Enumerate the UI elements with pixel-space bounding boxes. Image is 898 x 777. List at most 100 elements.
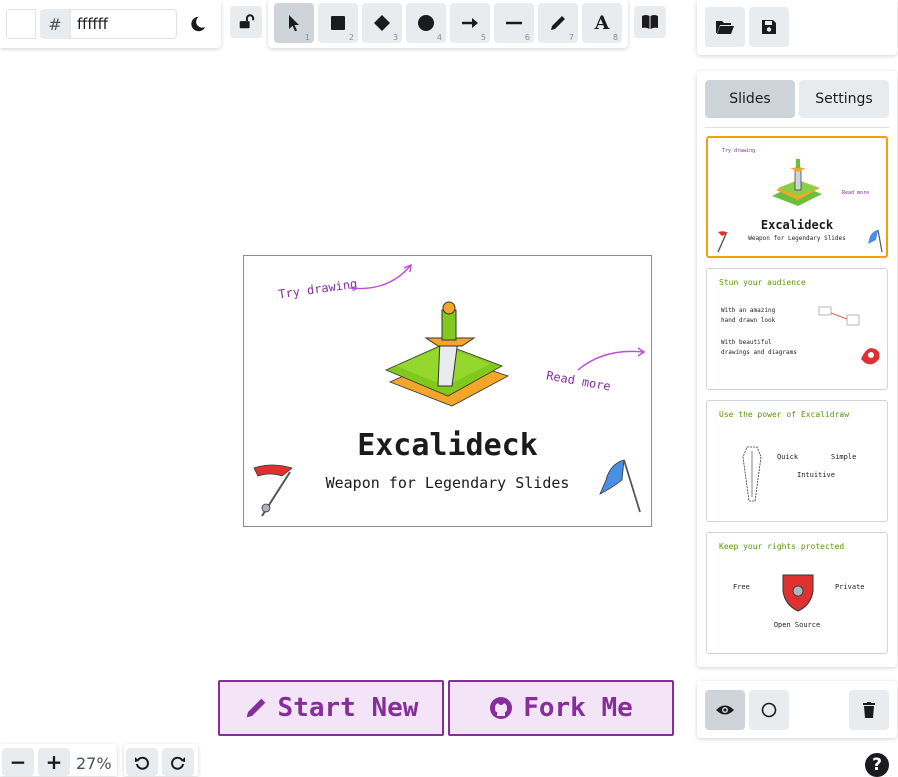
help-button[interactable]: ? — [865, 753, 889, 777]
red-flag-icon — [717, 231, 728, 253]
slide-thumbnail-2[interactable]: Stun your audience With an amazing hand … — [706, 268, 888, 390]
save-button[interactable] — [749, 7, 789, 47]
tab-settings[interactable]: Settings — [799, 80, 889, 118]
diamond-icon — [374, 15, 390, 31]
slide-2-line-3: With beautiful — [721, 339, 772, 346]
text-icon: A — [594, 12, 610, 34]
shield-icon — [782, 574, 814, 612]
try-drawing-label: Try drawing — [277, 276, 359, 302]
slide-option-button[interactable] — [749, 690, 789, 730]
moon-icon — [191, 16, 206, 32]
sword-illustration — [772, 159, 822, 206]
slide-thumbnail-4[interactable]: Keep your rights protected Free Private … — [706, 532, 888, 654]
theme-toggle-button[interactable] — [184, 10, 212, 38]
library-button[interactable] — [634, 6, 666, 38]
tab-slides[interactable]: Slides — [705, 80, 795, 118]
pencil-icon — [551, 16, 565, 30]
color-hex-input[interactable]: ffffff — [70, 9, 177, 39]
tool-diamond[interactable]: 3 — [362, 3, 402, 43]
slide-4-open-source: Open Source — [773, 621, 821, 629]
line-icon — [506, 21, 522, 25]
floppy-icon — [762, 20, 776, 34]
tool-shortcut: 7 — [568, 33, 574, 42]
slide-2-line-4: drawings and diagrams — [721, 349, 797, 356]
delete-slide-button[interactable] — [849, 690, 889, 730]
slide-1-read-more: Read more — [842, 190, 870, 196]
zoom-out-button[interactable]: − — [2, 748, 34, 776]
tool-shortcut: 6 — [524, 33, 530, 42]
red-flag-spear-icon — [253, 464, 293, 517]
redo-icon — [171, 756, 185, 770]
tool-ellipse[interactable]: 4 — [406, 3, 446, 43]
eye-icon — [716, 705, 734, 715]
tool-shortcut: 8 — [612, 33, 618, 42]
github-icon — [490, 697, 513, 719]
slide-controls-panel — [697, 681, 897, 738]
slide-1-subtitle: Weapon for Legendary Slides — [748, 235, 846, 242]
trash-icon — [863, 702, 875, 718]
sword-sketch-icon — [742, 446, 762, 502]
tool-draw[interactable]: 7 — [538, 3, 578, 43]
sketch-diagram-icon — [818, 306, 860, 326]
canvas-slide-frame[interactable]: Try drawing Read more Excalideck Weapon … — [243, 255, 652, 527]
start-new-button[interactable]: Start New — [218, 680, 444, 736]
zoom-level: 27% — [76, 754, 112, 773]
start-new-label: Start New — [277, 693, 419, 723]
open-button[interactable] — [705, 7, 745, 47]
color-hash-label: # — [40, 9, 70, 39]
color-panel: # ffffff — [0, 0, 221, 48]
slide-1-title: Excalideck — [760, 218, 834, 232]
arrow-right-icon — [462, 18, 478, 28]
slide-4-heading: Keep your rights protected — [719, 542, 845, 551]
slide-2-heading: Stun your audience — [719, 278, 806, 287]
pencil-icon — [246, 698, 265, 718]
slide-3-quick: Quick — [777, 453, 799, 461]
slide-3-heading: Use the power of Excalidraw — [719, 410, 850, 419]
tool-shortcut: 4 — [436, 33, 442, 42]
canvas-slide-subtitle: Weapon for Legendary Slides — [325, 474, 570, 492]
read-more-arrow — [577, 347, 646, 371]
try-drawing-arrow — [349, 263, 412, 290]
sword-in-ground-illustration — [384, 301, 510, 407]
sidebar-divider — [705, 127, 889, 128]
slide-1-try-drawing: Try drawing — [722, 148, 756, 154]
shapes-toolbar: 1 2 3 4 5 6 7 A 8 — [268, 0, 628, 48]
circle-outline-icon — [761, 702, 777, 718]
zoom-panel: − + 27% — [0, 744, 117, 776]
slide-4-private: Private — [835, 583, 865, 591]
tool-shortcut: 3 — [392, 33, 398, 42]
slide-2-line-1: With an amazing — [721, 307, 776, 314]
history-panel — [124, 744, 198, 776]
undo-button[interactable] — [126, 748, 158, 776]
tool-shortcut: 5 — [480, 33, 486, 42]
zoom-in-button[interactable]: + — [38, 748, 70, 776]
fork-me-label: Fork Me — [523, 693, 633, 723]
slide-3-simple: Simple — [831, 453, 857, 461]
file-panel — [697, 0, 897, 55]
tool-shortcut: 1 — [304, 33, 310, 42]
color-swatch[interactable] — [6, 9, 36, 39]
tool-line[interactable]: 6 — [494, 3, 534, 43]
blue-flag-icon — [868, 229, 883, 253]
tool-rectangle[interactable]: 2 — [318, 3, 358, 43]
redo-button[interactable] — [162, 748, 194, 776]
dragon-icon — [861, 348, 880, 365]
circle-icon — [418, 15, 434, 31]
folder-open-icon — [716, 21, 734, 34]
unlock-icon — [239, 14, 255, 29]
tool-selection[interactable]: 1 — [274, 3, 314, 43]
book-icon — [642, 15, 658, 29]
slide-2-line-2: hand drawn look — [721, 317, 776, 324]
show-slide-button[interactable] — [705, 690, 745, 730]
slide-thumbnail-3[interactable]: Use the power of Excalidraw Quick Simple… — [706, 400, 888, 522]
help-icon: ? — [872, 755, 882, 775]
slide-thumbnail-1[interactable]: Try drawing Read more Excalideck Weapon … — [706, 136, 888, 258]
blue-flag-spear-icon — [599, 459, 641, 513]
tool-arrow[interactable]: 5 — [450, 3, 490, 43]
undo-icon — [135, 756, 149, 770]
pointer-icon — [289, 15, 299, 32]
fork-me-button[interactable]: Fork Me — [448, 680, 674, 736]
slide-4-free: Free — [733, 583, 750, 591]
tool-text[interactable]: A 8 — [582, 3, 622, 43]
lock-button[interactable] — [230, 6, 262, 38]
